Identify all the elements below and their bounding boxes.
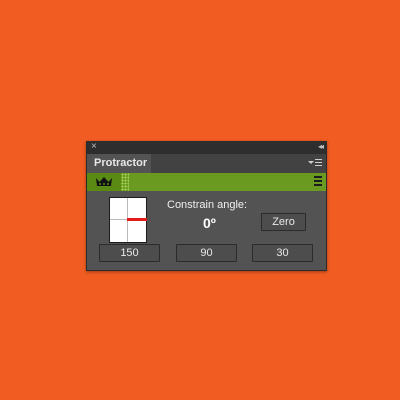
panel-menu-icon[interactable] (308, 158, 322, 168)
protractor-panel: × ◂◂ Protractor Constrain angle: 0º Zero… (86, 141, 327, 271)
texture-strip (121, 173, 129, 191)
preset-30-button[interactable]: 30 (252, 244, 313, 262)
panel-titlebar[interactable]: × ◂◂ (87, 141, 326, 154)
angle-value: 0º (203, 215, 216, 231)
angle-needle (127, 218, 147, 221)
header-bar (87, 173, 326, 191)
hamburger-icon[interactable] (314, 176, 322, 188)
angle-dial[interactable] (109, 197, 147, 243)
constrain-angle-label: Constrain angle: (167, 199, 248, 211)
preset-150-button[interactable]: 150 (99, 244, 160, 262)
close-icon[interactable]: × (91, 141, 97, 153)
zero-button[interactable]: Zero (261, 213, 306, 231)
logo (87, 173, 121, 191)
tab-row: Protractor (87, 154, 326, 173)
collapse-icon[interactable]: ◂◂ (318, 141, 324, 153)
preset-90-button[interactable]: 90 (176, 244, 237, 262)
tab-protractor[interactable]: Protractor (87, 154, 151, 173)
crown-icon (96, 177, 112, 186)
